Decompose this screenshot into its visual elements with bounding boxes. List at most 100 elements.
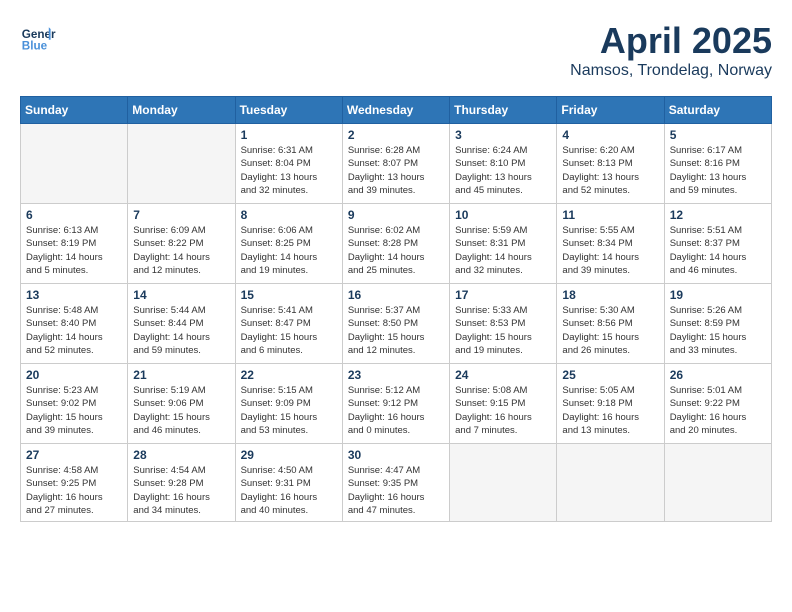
calendar-week-2: 6 Sunrise: 6:13 AM Sunset: 8:19 PM Daylig… xyxy=(21,204,772,284)
calendar-cell: 3 Sunrise: 6:24 AM Sunset: 8:10 PM Daylig… xyxy=(450,124,557,204)
calendar-cell: 16 Sunrise: 5:37 AM Sunset: 8:50 PM Dayli… xyxy=(342,284,449,364)
day-header-thursday: Thursday xyxy=(450,97,557,124)
calendar-cell: 13 Sunrise: 5:48 AM Sunset: 8:40 PM Dayli… xyxy=(21,284,128,364)
calendar-cell: 19 Sunrise: 5:26 AM Sunset: 8:59 PM Dayli… xyxy=(664,284,771,364)
day-info: Sunrise: 5:59 AM Sunset: 8:31 PM Dayligh… xyxy=(455,224,551,277)
day-header-wednesday: Wednesday xyxy=(342,97,449,124)
calendar-cell xyxy=(557,444,664,522)
day-number: 8 xyxy=(241,208,337,222)
day-info: Sunrise: 5:23 AM Sunset: 9:02 PM Dayligh… xyxy=(26,384,122,437)
title-area: April 2025 Namsos, Trondelag, Norway xyxy=(570,20,772,80)
page-subtitle: Namsos, Trondelag, Norway xyxy=(570,62,772,80)
calendar-cell: 28Sunrise: 4:54 AM Sunset: 9:28 PM Dayli… xyxy=(128,444,235,522)
day-info: Sunrise: 6:02 AM Sunset: 8:28 PM Dayligh… xyxy=(348,224,444,277)
day-info: Sunrise: 6:24 AM Sunset: 8:10 PM Dayligh… xyxy=(455,144,551,197)
day-header-tuesday: Tuesday xyxy=(235,97,342,124)
day-number: 12 xyxy=(670,208,766,222)
day-number: 20 xyxy=(26,368,122,382)
day-info: Sunrise: 6:20 AM Sunset: 8:13 PM Dayligh… xyxy=(562,144,658,197)
day-info: Sunrise: 5:08 AM Sunset: 9:15 PM Dayligh… xyxy=(455,384,551,437)
calendar-cell: 18 Sunrise: 5:30 AM Sunset: 8:56 PM Dayli… xyxy=(557,284,664,364)
day-number: 7 xyxy=(133,208,229,222)
day-info: Sunrise: 5:44 AM Sunset: 8:44 PM Dayligh… xyxy=(133,304,229,357)
calendar-cell: 20 Sunrise: 5:23 AM Sunset: 9:02 PM Dayli… xyxy=(21,364,128,444)
day-number: 6 xyxy=(26,208,122,222)
page-title: April 2025 xyxy=(570,20,772,62)
day-number: 27 xyxy=(26,448,122,462)
page-header: General Blue April 2025 Namsos, Trondela… xyxy=(20,20,772,80)
day-info: Sunrise: 5:12 AM Sunset: 9:12 PM Dayligh… xyxy=(348,384,444,437)
day-number: 4 xyxy=(562,128,658,142)
calendar-cell: 24Sunrise: 5:08 AM Sunset: 9:15 PM Dayli… xyxy=(450,364,557,444)
day-number: 29 xyxy=(241,448,337,462)
day-info: Sunrise: 6:28 AM Sunset: 8:07 PM Dayligh… xyxy=(348,144,444,197)
calendar-cell: 9 Sunrise: 6:02 AM Sunset: 8:28 PM Daylig… xyxy=(342,204,449,284)
day-info: Sunrise: 5:19 AM Sunset: 9:06 PM Dayligh… xyxy=(133,384,229,437)
calendar-cell: 17 Sunrise: 5:33 AM Sunset: 8:53 PM Dayli… xyxy=(450,284,557,364)
day-header-friday: Friday xyxy=(557,97,664,124)
day-info: Sunrise: 6:09 AM Sunset: 8:22 PM Dayligh… xyxy=(133,224,229,277)
calendar-cell: 8 Sunrise: 6:06 AM Sunset: 8:25 PM Daylig… xyxy=(235,204,342,284)
day-info: Sunrise: 5:37 AM Sunset: 8:50 PM Dayligh… xyxy=(348,304,444,357)
calendar-week-1: 1Sunrise: 6:31 AM Sunset: 8:04 PM Daylig… xyxy=(21,124,772,204)
day-info: Sunrise: 5:30 AM Sunset: 8:56 PM Dayligh… xyxy=(562,304,658,357)
day-number: 9 xyxy=(348,208,444,222)
day-info: Sunrise: 5:05 AM Sunset: 9:18 PM Dayligh… xyxy=(562,384,658,437)
calendar-cell: 11Sunrise: 5:55 AM Sunset: 8:34 PM Dayli… xyxy=(557,204,664,284)
day-number: 21 xyxy=(133,368,229,382)
calendar-cell: 21 Sunrise: 5:19 AM Sunset: 9:06 PM Dayli… xyxy=(128,364,235,444)
day-number: 28 xyxy=(133,448,229,462)
calendar-cell: 26Sunrise: 5:01 AM Sunset: 9:22 PM Dayli… xyxy=(664,364,771,444)
calendar-cell: 30 Sunrise: 4:47 AM Sunset: 9:35 PM Dayli… xyxy=(342,444,449,522)
day-number: 10 xyxy=(455,208,551,222)
day-number: 18 xyxy=(562,288,658,302)
day-number: 25 xyxy=(562,368,658,382)
calendar-cell xyxy=(128,124,235,204)
day-number: 15 xyxy=(241,288,337,302)
day-info: Sunrise: 5:01 AM Sunset: 9:22 PM Dayligh… xyxy=(670,384,766,437)
calendar-cell xyxy=(21,124,128,204)
day-info: Sunrise: 5:55 AM Sunset: 8:34 PM Dayligh… xyxy=(562,224,658,277)
day-info: Sunrise: 6:13 AM Sunset: 8:19 PM Dayligh… xyxy=(26,224,122,277)
day-number: 1 xyxy=(241,128,337,142)
day-number: 5 xyxy=(670,128,766,142)
day-number: 3 xyxy=(455,128,551,142)
calendar-cell: 23 Sunrise: 5:12 AM Sunset: 9:12 PM Dayli… xyxy=(342,364,449,444)
day-info: Sunrise: 6:06 AM Sunset: 8:25 PM Dayligh… xyxy=(241,224,337,277)
day-info: Sunrise: 5:33 AM Sunset: 8:53 PM Dayligh… xyxy=(455,304,551,357)
day-info: Sunrise: 5:51 AM Sunset: 8:37 PM Dayligh… xyxy=(670,224,766,277)
day-header-monday: Monday xyxy=(128,97,235,124)
day-number: 13 xyxy=(26,288,122,302)
day-number: 23 xyxy=(348,368,444,382)
calendar-cell: 25 Sunrise: 5:05 AM Sunset: 9:18 PM Dayli… xyxy=(557,364,664,444)
calendar-week-3: 13 Sunrise: 5:48 AM Sunset: 8:40 PM Dayli… xyxy=(21,284,772,364)
logo-icon: General Blue xyxy=(20,20,56,56)
calendar-cell: 7 Sunrise: 6:09 AM Sunset: 8:22 PM Daylig… xyxy=(128,204,235,284)
day-info: Sunrise: 5:48 AM Sunset: 8:40 PM Dayligh… xyxy=(26,304,122,357)
calendar-cell xyxy=(450,444,557,522)
day-number: 19 xyxy=(670,288,766,302)
day-info: Sunrise: 5:26 AM Sunset: 8:59 PM Dayligh… xyxy=(670,304,766,357)
calendar-cell xyxy=(664,444,771,522)
calendar-cell: 29 Sunrise: 4:50 AM Sunset: 9:31 PM Dayli… xyxy=(235,444,342,522)
calendar-cell: 10 Sunrise: 5:59 AM Sunset: 8:31 PM Dayli… xyxy=(450,204,557,284)
day-header-saturday: Saturday xyxy=(664,97,771,124)
calendar-cell: 6 Sunrise: 6:13 AM Sunset: 8:19 PM Daylig… xyxy=(21,204,128,284)
calendar-cell: 27 Sunrise: 4:58 AM Sunset: 9:25 PM Dayli… xyxy=(21,444,128,522)
calendar-header-row: SundayMondayTuesdayWednesdayThursdayFrid… xyxy=(21,97,772,124)
day-info: Sunrise: 4:58 AM Sunset: 9:25 PM Dayligh… xyxy=(26,464,122,517)
calendar-cell: 14Sunrise: 5:44 AM Sunset: 8:44 PM Dayli… xyxy=(128,284,235,364)
calendar-cell: 5Sunrise: 6:17 AM Sunset: 8:16 PM Daylig… xyxy=(664,124,771,204)
calendar-cell: 1Sunrise: 6:31 AM Sunset: 8:04 PM Daylig… xyxy=(235,124,342,204)
day-number: 16 xyxy=(348,288,444,302)
day-number: 30 xyxy=(348,448,444,462)
calendar-week-5: 27 Sunrise: 4:58 AM Sunset: 9:25 PM Dayli… xyxy=(21,444,772,522)
day-header-sunday: Sunday xyxy=(21,97,128,124)
day-info: Sunrise: 4:47 AM Sunset: 9:35 PM Dayligh… xyxy=(348,464,444,517)
day-info: Sunrise: 4:50 AM Sunset: 9:31 PM Dayligh… xyxy=(241,464,337,517)
day-number: 17 xyxy=(455,288,551,302)
logo: General Blue xyxy=(20,20,56,56)
calendar-cell: 15Sunrise: 5:41 AM Sunset: 8:47 PM Dayli… xyxy=(235,284,342,364)
svg-text:Blue: Blue xyxy=(22,40,48,53)
calendar-cell: 4 Sunrise: 6:20 AM Sunset: 8:13 PM Daylig… xyxy=(557,124,664,204)
